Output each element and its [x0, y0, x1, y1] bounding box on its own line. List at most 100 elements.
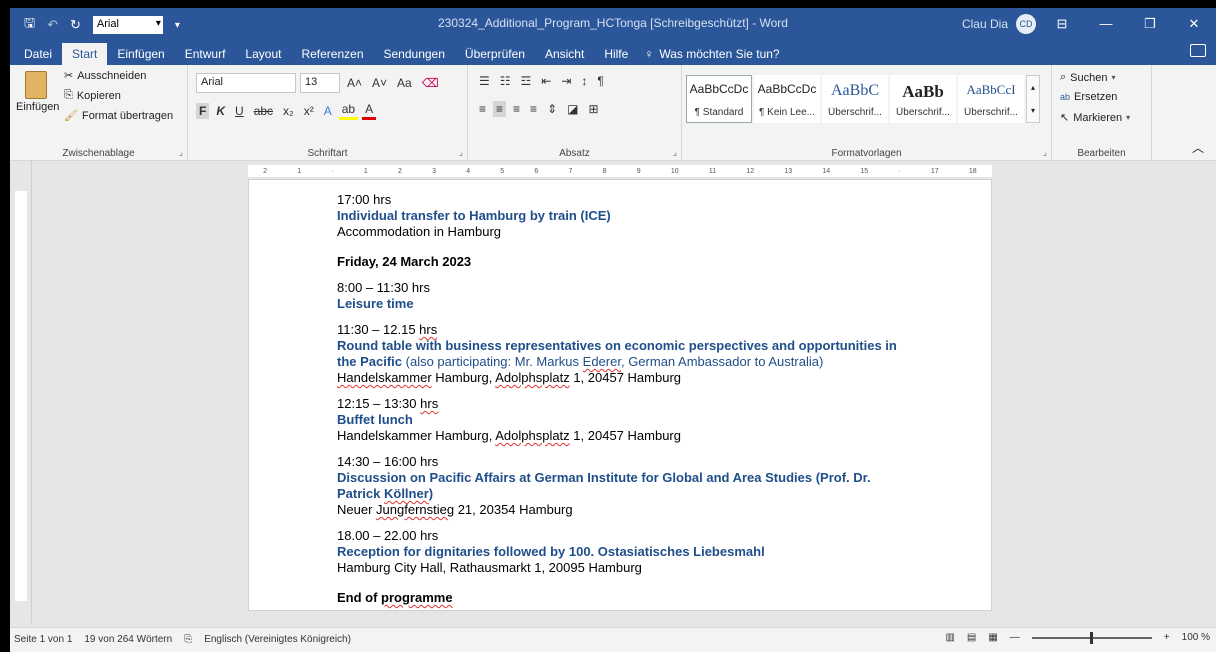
document-area[interactable]: 2 1 · 1 2 3 4 5 6 7 8 9 10 11 12 13 14 15 · 17 18 17:00 hrs … [10, 161, 1216, 623]
subscript-icon[interactable]: x₂ [280, 103, 297, 119]
style-no-spacing[interactable]: AaBbCcDc ¶ Kein Lee... [754, 75, 820, 123]
pilcrow-icon[interactable]: ¶ [594, 73, 606, 89]
spelling-flag[interactable]: Handelskammer [337, 370, 432, 385]
zoom-out-icon[interactable]: — [1010, 632, 1020, 643]
text-effects-icon[interactable]: A [321, 103, 335, 119]
print-layout-icon[interactable]: ▤ [967, 632, 976, 643]
document-body[interactable]: 17:00 hrs Individual transfer to Hamburg… [337, 192, 917, 606]
shrink-font-icon[interactable]: A˅ [369, 75, 390, 91]
styles-launcher-icon[interactable]: ⌟ [1043, 147, 1047, 158]
avatar[interactable]: CD [1016, 14, 1036, 34]
spelling-flag[interactable]: Adolphsplatz [495, 428, 569, 443]
tab-help[interactable]: Hilfe [594, 43, 638, 65]
read-mode-icon[interactable]: ▥ [945, 632, 954, 643]
tab-view[interactable]: Ansicht [535, 43, 594, 65]
chevron-up-icon[interactable]: ▴ [1031, 83, 1035, 92]
multilevel-icon[interactable]: ☲ [518, 73, 535, 89]
copy-button[interactable]: ⎘ Kopieren [64, 89, 121, 102]
line-spacing-icon[interactable]: ⇕ [544, 101, 560, 117]
zoom-slider-thumb[interactable] [1089, 631, 1093, 644]
tab-references[interactable]: Referenzen [291, 43, 373, 65]
replace-button[interactable]: ab Ersetzen [1060, 91, 1117, 103]
tell-me-box[interactable]: ♀ Was möchten Sie tun? [644, 43, 779, 65]
style-heading-3[interactable]: AaBbCcI Überschrif... [958, 75, 1024, 123]
format-painter-button[interactable]: 🖌 Format übertragen [64, 109, 173, 123]
place-text: 1, 20457 Hamburg [569, 428, 681, 443]
tab-insert[interactable]: Einfügen [107, 43, 174, 65]
borders-icon[interactable]: ⊞ [585, 101, 601, 117]
web-layout-icon[interactable]: ▦ [988, 632, 997, 643]
font-color-icon[interactable]: A [362, 101, 377, 120]
italic-icon[interactable]: K [213, 103, 228, 119]
spelling-flag[interactable]: hrs [419, 322, 437, 337]
zoom-level[interactable]: 100 % [1182, 632, 1210, 643]
word-count[interactable]: 19 von 264 Wörtern [84, 634, 172, 645]
bullets-icon[interactable]: ☰ [476, 73, 493, 89]
tab-layout[interactable]: Layout [235, 43, 291, 65]
tab-review[interactable]: Überprüfen [455, 43, 535, 65]
highlight-icon[interactable]: ab [338, 101, 359, 120]
numbering-icon[interactable]: ☷ [497, 73, 514, 89]
redo-icon[interactable]: ↻ [70, 17, 81, 33]
font-launcher-icon[interactable]: ⌟ [459, 147, 463, 158]
paste-button[interactable]: Einfügen [16, 71, 59, 113]
close-icon[interactable]: ✕ [1172, 8, 1216, 39]
comment-icon[interactable] [1190, 44, 1206, 57]
style-heading-2[interactable]: AaBb Überschrif... [890, 75, 956, 123]
spelling-flag[interactable]: Köllner [384, 486, 429, 501]
save-icon[interactable]: 🖫 [24, 14, 35, 36]
tab-file[interactable]: Datei [14, 43, 62, 65]
sort-icon[interactable]: ↕ [578, 73, 590, 89]
user-account[interactable]: Clau Dia CD [962, 14, 1036, 34]
cut-label: Ausschneiden [77, 69, 147, 82]
style-heading-1[interactable]: AaBbC Überschrif... [822, 75, 888, 123]
tab-start[interactable]: Start [62, 43, 108, 65]
tab-mailings[interactable]: Sendungen [374, 43, 455, 65]
tell-me-text: Was möchten Sie tun? [659, 47, 780, 61]
page-count[interactable]: Seite 1 von 1 [14, 634, 72, 645]
zoom-slider[interactable] [1031, 631, 1152, 644]
grow-font-icon[interactable]: A˄ [344, 75, 365, 91]
search-button[interactable]: ⌕ Suchen ▾ [1060, 71, 1116, 84]
qat-font-box[interactable]: Arial [92, 16, 163, 34]
style-preview: AaBbCcI [966, 82, 1016, 97]
bold-icon[interactable]: F [196, 102, 210, 119]
zoom-in-icon[interactable]: + [1164, 632, 1170, 643]
collapse-ribbon-icon[interactable]: ︿ [1192, 139, 1204, 156]
shading-icon[interactable]: ◪ [564, 101, 581, 117]
document-page[interactable]: 17:00 hrs Individual transfer to Hamburg… [248, 179, 992, 611]
spelling-flag[interactable]: hrs [420, 396, 438, 411]
chevron-down-icon[interactable]: ▾ [1031, 106, 1035, 115]
proofing-icon[interactable]: ⎘ [184, 634, 192, 645]
select-button[interactable]: ↖ Markieren ▾ [1060, 111, 1130, 125]
spelling-flag[interactable]: Adolphsplatz [495, 370, 569, 385]
customize-qat-icon[interactable]: ▾ [175, 20, 180, 31]
align-left-icon[interactable]: ≡ [476, 101, 489, 117]
spelling-flag[interactable]: Jungfernstieg [376, 502, 454, 517]
minimize-icon[interactable]: — [1084, 8, 1128, 39]
spelling-flag[interactable]: Ederer [583, 354, 621, 369]
strikethrough-icon[interactable]: abc [251, 103, 276, 119]
undo-icon[interactable]: ↶ [47, 17, 58, 33]
superscript-icon[interactable]: x² [301, 103, 317, 119]
increase-indent-icon[interactable]: ⇥ [558, 73, 574, 89]
restore-icon[interactable]: ❐ [1128, 8, 1172, 39]
clear-format-icon[interactable]: ⌫ [419, 75, 442, 91]
language[interactable]: Englisch (Vereinigtes Königreich) [204, 634, 351, 645]
styles-scroll[interactable]: ▴ ▾ [1026, 75, 1040, 123]
clipboard-launcher-icon[interactable]: ⌟ [179, 147, 183, 158]
paragraph-launcher-icon[interactable]: ⌟ [673, 147, 677, 158]
decrease-indent-icon[interactable]: ⇤ [538, 73, 554, 89]
spelling-flag[interactable]: programme [381, 590, 453, 605]
font-name-box[interactable]: Arial [196, 73, 296, 93]
underline-icon[interactable]: U [232, 103, 247, 119]
style-standard[interactable]: AaBbCcDc ¶ Standard [686, 75, 752, 123]
align-right-icon[interactable]: ≡ [510, 101, 523, 117]
justify-icon[interactable]: ≡ [527, 101, 540, 117]
change-case-icon[interactable]: Aa [394, 75, 415, 91]
font-size-box[interactable]: 13 [300, 73, 340, 93]
tab-design[interactable]: Entwurf [175, 43, 236, 65]
align-center-icon[interactable]: ≡ [493, 101, 507, 117]
cut-button[interactable]: ✂ Ausschneiden [64, 69, 147, 83]
ribbon-display-icon[interactable]: ⊟ [1040, 8, 1084, 39]
